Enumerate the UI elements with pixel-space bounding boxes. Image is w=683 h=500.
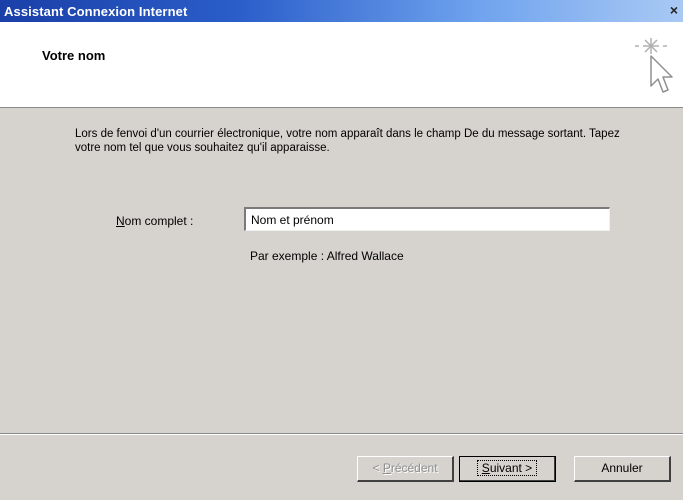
window-title: Assistant Connexion Internet xyxy=(4,3,188,19)
title-bar[interactable]: Assistant Connexion Internet × xyxy=(0,0,683,22)
next-button[interactable]: Suivant > xyxy=(459,456,556,482)
next-button-label: uivant > xyxy=(489,461,533,475)
footer-separator-highlight xyxy=(0,434,683,435)
full-name-input[interactable] xyxy=(244,207,610,231)
page-title: Votre nom xyxy=(42,48,106,63)
wizard-header: Votre nom xyxy=(0,22,683,108)
wizard-sparkle-cursor-icon xyxy=(635,38,673,93)
full-name-label-text: om complet : xyxy=(124,214,194,228)
previous-button-accesskey: P xyxy=(382,461,391,475)
previous-button[interactable]: < Précédent xyxy=(357,456,454,482)
wizard-dialog: Assistant Connexion Internet × Votre nom… xyxy=(0,0,683,500)
cancel-button[interactable]: Annuler xyxy=(574,456,671,482)
next-button-accesskey: S xyxy=(481,461,490,475)
previous-button-label: récédent xyxy=(390,461,438,475)
full-name-label: Nom complet : xyxy=(116,214,193,228)
example-text: Par exemple : Alfred Wallace xyxy=(250,249,404,263)
intro-text: Lors de fenvoi d'un courrier électroniqu… xyxy=(75,128,620,154)
close-icon[interactable]: × xyxy=(665,2,683,18)
next-button-focus: Suivant > xyxy=(476,460,538,476)
previous-button-prefix: < xyxy=(372,461,383,475)
full-name-label-accesskey: N xyxy=(116,214,125,228)
